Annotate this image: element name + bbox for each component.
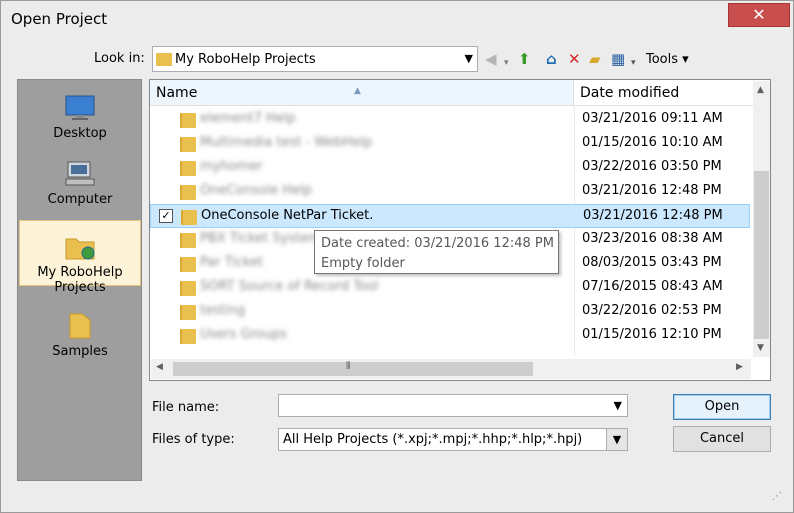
file-name-input[interactable]: ▼ (278, 394, 628, 417)
new-folder-icon[interactable]: ▰ (589, 51, 601, 67)
tooltip-empty-folder: Empty folder (321, 256, 405, 271)
vertical-scroll-thumb[interactable] (754, 171, 769, 339)
folder-icon (180, 137, 196, 152)
folder-icon (180, 329, 196, 344)
place-desktop[interactable]: Desktop (19, 94, 141, 146)
up-folder-icon[interactable]: ⬆ (518, 51, 531, 67)
place-label: Computer (47, 192, 113, 207)
computer-icon (65, 161, 95, 186)
chevron-down-icon[interactable]: ▼ (465, 52, 473, 65)
resize-grip-icon[interactable]: ⋰ (772, 491, 782, 502)
table-row[interactable]: myhomer 03/22/2016 03:50 PM (150, 156, 750, 180)
folder-icon (156, 53, 172, 66)
file-name: Par Ticket (200, 255, 264, 270)
row-checkbox[interactable]: ✓ (159, 209, 173, 223)
file-date: 03/21/2016 09:11 AM (582, 111, 723, 126)
file-date: 03/22/2016 03:50 PM (582, 159, 722, 174)
folder-icon (180, 305, 196, 320)
folder-icon (180, 281, 196, 296)
place-computer[interactable]: Computer (19, 160, 141, 212)
files-of-type-dropdown[interactable]: All Help Projects (*.xpj;*.mpj;*.hhp;*.h… (278, 428, 628, 451)
file-name: myhomer (200, 159, 263, 174)
chevron-down-icon[interactable]: ▼ (606, 429, 627, 450)
back-icon[interactable]: ◀ (485, 51, 497, 67)
column-header-name[interactable]: ▲ Name (150, 80, 574, 106)
look-in-dropdown[interactable]: My RoboHelp Projects ▼ (152, 46, 478, 72)
file-name: Users Groups (200, 327, 287, 342)
file-name: OneConsole NetPar Ticket. (201, 208, 374, 223)
column-date-label: Date modified (580, 85, 680, 101)
table-row[interactable]: OneConsole Help 03/21/2016 12:48 PM (150, 180, 750, 204)
scroll-up-icon[interactable]: ▲ (757, 85, 764, 95)
file-date: 01/15/2016 12:10 PM (582, 327, 722, 342)
place-my-robohelp-projects[interactable]: My RoboHelp Projects (19, 220, 141, 295)
horizontal-scroll-thumb[interactable] (173, 362, 533, 376)
sort-arrow-icon: ▲ (354, 86, 361, 96)
table-row[interactable]: SORT Source of Record Tool 07/16/2015 08… (150, 276, 750, 300)
place-label: Desktop (53, 126, 107, 141)
folder-icon (180, 257, 196, 272)
close-button[interactable]: ✕ (728, 3, 790, 27)
table-row[interactable]: testing 03/22/2016 02:53 PM (150, 300, 750, 324)
file-name: PBX Ticket System (200, 231, 321, 246)
views-dropdown-icon[interactable]: ▾ (631, 55, 636, 71)
place-label: My RoboHelp Projects (37, 265, 123, 295)
window-title: Open Project (11, 10, 108, 28)
desktop-icon (65, 95, 95, 120)
look-in-label: Look in: (94, 51, 145, 66)
cancel-button[interactable]: Cancel (673, 426, 771, 452)
view-desktop-icon[interactable]: ⌂ (546, 51, 557, 67)
folder-tooltip: Date created: 03/21/2016 12:48 PM Empty … (314, 230, 559, 274)
open-button[interactable]: Open (673, 394, 771, 420)
file-date: 03/21/2016 12:48 PM (582, 183, 722, 198)
file-date: 07/16/2015 08:43 AM (582, 279, 723, 294)
chevron-down-icon[interactable]: ▼ (614, 399, 622, 412)
file-date: 03/22/2016 02:53 PM (582, 303, 722, 318)
file-name: element7 Help (200, 111, 296, 126)
column-name-label: Name (156, 85, 198, 101)
scroll-grip-icon: ⦀ (346, 361, 351, 372)
delete-icon[interactable]: ✕ (568, 51, 581, 67)
folder-icon (180, 161, 196, 176)
folder-icon (180, 113, 196, 128)
file-date: 01/15/2016 10:10 AM (582, 135, 723, 150)
horizontal-scrollbar[interactable]: ◀ ⦀ ▶ (151, 359, 751, 379)
scroll-right-icon[interactable]: ▶ (736, 362, 743, 372)
place-samples[interactable]: Samples (19, 312, 141, 364)
file-name: testing (200, 303, 246, 318)
table-row[interactable]: Multimedia test - WebHelp 01/15/2016 10:… (150, 132, 750, 156)
back-dropdown-icon[interactable]: ▾ (504, 55, 509, 71)
open-project-dialog: Open Project ✕ Look in: My RoboHelp Proj… (0, 0, 794, 513)
files-of-type-label: Files of type: (152, 432, 235, 447)
file-date: 08/03/2015 03:43 PM (582, 255, 722, 270)
file-date: 03/21/2016 12:48 PM (583, 208, 723, 223)
column-header-date-modified[interactable]: Date modified (574, 80, 754, 106)
views-icon[interactable]: ▦ (611, 51, 625, 67)
places-bar: Desktop Computer My RoboHelp Projects Sa… (17, 79, 142, 481)
folder-icon (181, 210, 197, 225)
look-in-value: My RoboHelp Projects (175, 52, 316, 67)
files-of-type-value: All Help Projects (*.xpj;*.mpj;*.hhp;*.h… (283, 432, 583, 447)
vertical-scrollbar[interactable]: ▲ ▼ (753, 81, 770, 357)
title-bar[interactable]: Open Project ✕ (1, 1, 793, 37)
scroll-down-icon[interactable]: ▼ (757, 343, 764, 353)
table-row[interactable]: Users Groups 01/15/2016 12:10 PM (150, 324, 750, 348)
folder-icon (180, 233, 196, 248)
tooltip-date-created: Date created: 03/21/2016 12:48 PM (321, 236, 554, 251)
folder-icon (180, 185, 196, 200)
place-label: Samples (52, 344, 108, 359)
table-row[interactable]: element7 Help 03/21/2016 09:11 AM (150, 108, 750, 132)
table-row-selected[interactable]: ✓ OneConsole NetPar Ticket. 03/21/2016 1… (150, 204, 750, 228)
file-name-label: File name: (152, 400, 220, 415)
file-name: Multimedia test - WebHelp (200, 135, 373, 150)
scroll-left-icon[interactable]: ◀ (156, 362, 163, 372)
tools-menu[interactable]: Tools ▾ (646, 52, 689, 67)
file-date: 03/23/2016 08:38 AM (582, 231, 723, 246)
file-name: SORT Source of Record Tool (200, 279, 379, 294)
folder-icon (69, 313, 91, 339)
file-name: OneConsole Help (200, 183, 312, 198)
robohelp-folder-icon (65, 238, 95, 260)
